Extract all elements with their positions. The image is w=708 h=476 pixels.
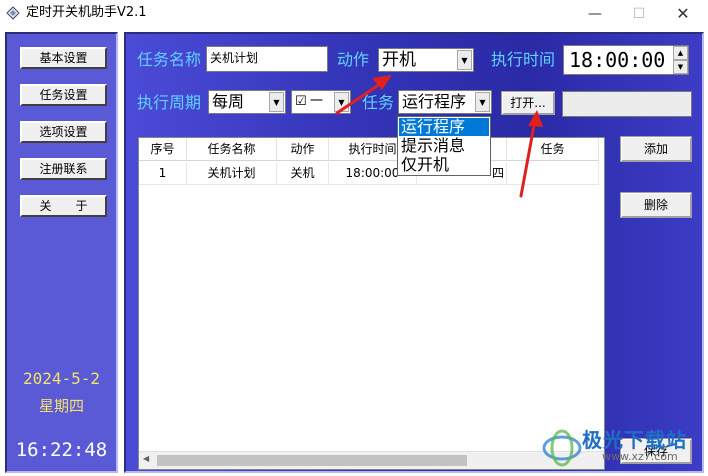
delete-button[interactable]: 删除 [620,192,692,218]
add-button[interactable]: 添加 [620,136,692,162]
time-spinner[interactable]: ▲ ▼ [673,46,688,74]
close-button[interactable]: ✕ [660,0,706,27]
open-button[interactable]: 打开... [501,91,555,115]
task-table: 序号 任务名称 动作 执行时间 任务 1 关机计划 关机 18:00:00 四 … [138,137,605,470]
dropdown-option-run-program[interactable]: 运行程序 [399,118,489,136]
register-contact-button[interactable]: 注册联系 [20,158,107,180]
current-date: 2024-5-2 [22,369,101,388]
task-select-value: 运行程序 [402,92,467,111]
chevron-down-icon[interactable]: ▼ [269,92,284,112]
scrollbar-thumb[interactable] [157,455,467,466]
task-select[interactable]: 运行程序 ▼ [398,90,492,114]
task-label: 任务 [362,93,395,112]
spin-up-icon[interactable]: ▲ [673,46,688,60]
col-header-action[interactable]: 动作 [277,138,329,161]
col-header-index[interactable]: 序号 [139,138,187,161]
table-cell [507,162,599,185]
about-button[interactable]: 关 于 [20,195,107,217]
task-settings-button[interactable]: 任务设置 [20,84,107,106]
title-bar: 定时开关机助手V2.1 — ☐ ✕ [0,0,708,27]
period-select[interactable]: 每周 ▼ [208,90,286,114]
app-icon [6,6,20,20]
chevron-down-icon[interactable]: ▼ [457,50,472,70]
task-name-label: 任务名称 [137,50,202,69]
horizontal-scrollbar[interactable]: ◀ [139,451,604,469]
table-cell: 关机计划 [187,162,277,185]
scroll-left-icon[interactable]: ◀ [143,454,149,463]
weekday-select[interactable]: ☑ 一 ▼ [291,90,351,114]
task-dropdown-list: 运行程序 提示消息 仅开机 [397,116,491,176]
table-cell: 1 [139,162,187,185]
spin-down-icon[interactable]: ▼ [673,60,688,74]
action-label: 动作 [337,50,370,69]
current-weekday: 星期四 [38,397,84,415]
option-settings-button[interactable]: 选项设置 [20,121,107,143]
watermark: 极光下载站 www.xz7.com [540,424,705,474]
action-select-value: 开机 [382,50,416,70]
maximize-button[interactable]: ☐ [616,0,662,27]
task-name-input[interactable]: 关机计划 [206,46,328,72]
dropdown-option-power-on-only[interactable]: 仅开机 [399,156,489,174]
basic-settings-button[interactable]: 基本设置 [20,47,107,69]
minimize-button[interactable]: — [572,0,618,27]
table-cell: 关机 [277,162,329,185]
action-select[interactable]: 开机 ▼ [378,48,474,72]
sidebar: 基本设置 任务设置 选项设置 注册联系 关 于 2024-5-2 星期四 16:… [5,32,118,473]
weekday-select-value: 一 [310,94,324,109]
dropdown-option-show-message[interactable]: 提示消息 [399,137,489,155]
exec-time-input[interactable]: 18:00:00 [563,45,689,75]
period-label: 执行周期 [137,93,202,112]
period-select-value: 每周 [212,92,245,111]
current-clock: 16:22:48 [15,439,108,461]
program-path-field[interactable] [562,91,692,117]
watermark-url: www.xz7.com [602,450,678,463]
chevron-down-icon[interactable]: ▼ [334,92,349,112]
weekday-checkbox-icon[interactable]: ☑ [295,91,307,113]
col-header-task[interactable]: 任务 [507,138,599,161]
exec-time-label: 执行时间 [491,50,556,69]
col-header-task-name[interactable]: 任务名称 [187,138,277,161]
chevron-down-icon[interactable]: ▼ [475,92,490,112]
watermark-logo-icon [542,429,582,467]
window-title: 定时开关机助手V2.1 [26,5,147,20]
watermark-brand: 极光下载站 [582,428,687,452]
main-panel: 任务名称 关机计划 动作 开机 ▼ 执行时间 18:00:00 ▲ ▼ 执行周期… [124,32,704,473]
